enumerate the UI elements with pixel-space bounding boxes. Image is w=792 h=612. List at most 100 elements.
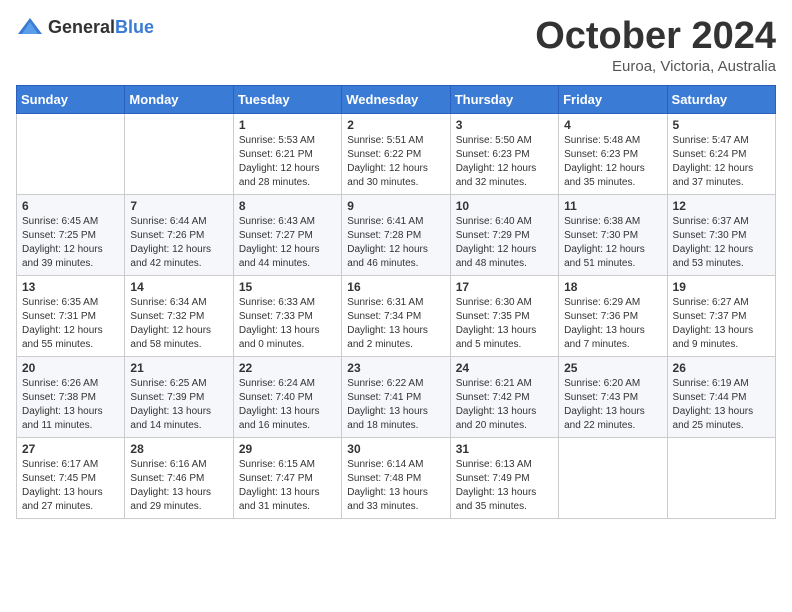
cell-info: Sunrise: 6:44 AMSunset: 7:26 PMDaylight:… (130, 215, 227, 271)
cell-info: Sunrise: 6:45 AMSunset: 7:25 PMDaylight:… (22, 215, 119, 271)
cell-info: Sunrise: 6:37 AMSunset: 7:30 PMDaylight:… (673, 215, 770, 271)
column-header-wednesday: Wednesday (342, 85, 450, 113)
calendar-cell: 14 Sunrise: 6:34 AMSunset: 7:32 PMDayligh… (125, 275, 233, 356)
column-header-saturday: Saturday (667, 85, 775, 113)
cell-info: Sunrise: 6:27 AMSunset: 7:37 PMDaylight:… (673, 296, 770, 352)
day-number: 9 (347, 199, 444, 213)
day-number: 3 (456, 118, 553, 132)
day-number: 31 (456, 442, 553, 456)
cell-info: Sunrise: 6:38 AMSunset: 7:30 PMDaylight:… (564, 215, 661, 271)
cell-info: Sunrise: 5:47 AMSunset: 6:24 PMDaylight:… (673, 134, 770, 190)
day-number: 27 (22, 442, 119, 456)
calendar-cell: 19 Sunrise: 6:27 AMSunset: 7:37 PMDayligh… (667, 275, 775, 356)
cell-info: Sunrise: 5:51 AMSunset: 6:22 PMDaylight:… (347, 134, 444, 190)
cell-info: Sunrise: 6:34 AMSunset: 7:32 PMDaylight:… (130, 296, 227, 352)
calendar-week-2: 6 Sunrise: 6:45 AMSunset: 7:25 PMDaylight… (17, 194, 776, 275)
day-number: 4 (564, 118, 661, 132)
calendar-cell: 28 Sunrise: 6:16 AMSunset: 7:46 PMDayligh… (125, 437, 233, 518)
cell-info: Sunrise: 6:24 AMSunset: 7:40 PMDaylight:… (239, 377, 336, 433)
cell-info: Sunrise: 6:15 AMSunset: 7:47 PMDaylight:… (239, 458, 336, 514)
cell-info: Sunrise: 6:13 AMSunset: 7:49 PMDaylight:… (456, 458, 553, 514)
cell-info: Sunrise: 6:35 AMSunset: 7:31 PMDaylight:… (22, 296, 119, 352)
day-number: 29 (239, 442, 336, 456)
day-number: 8 (239, 199, 336, 213)
header-row: SundayMondayTuesdayWednesdayThursdayFrid… (17, 85, 776, 113)
day-number: 22 (239, 361, 336, 375)
cell-info: Sunrise: 6:19 AMSunset: 7:44 PMDaylight:… (673, 377, 770, 433)
logo-icon (16, 16, 44, 38)
calendar-cell: 18 Sunrise: 6:29 AMSunset: 7:36 PMDayligh… (559, 275, 667, 356)
calendar-cell: 29 Sunrise: 6:15 AMSunset: 7:47 PMDayligh… (233, 437, 341, 518)
calendar-body: 1Sunrise: 5:53 AMSunset: 6:21 PMDaylight… (17, 113, 776, 518)
day-number: 28 (130, 442, 227, 456)
calendar-cell (559, 437, 667, 518)
cell-info: Sunrise: 6:20 AMSunset: 7:43 PMDaylight:… (564, 377, 661, 433)
calendar-cell: 24 Sunrise: 6:21 AMSunset: 7:42 PMDayligh… (450, 356, 558, 437)
cell-info: Sunrise: 6:29 AMSunset: 7:36 PMDaylight:… (564, 296, 661, 352)
calendar-cell: 15 Sunrise: 6:33 AMSunset: 7:33 PMDayligh… (233, 275, 341, 356)
calendar-week-5: 27Sunrise: 6:17 AMSunset: 7:45 PMDayligh… (17, 437, 776, 518)
column-header-friday: Friday (559, 85, 667, 113)
page-header: GeneralBlue October 2024 Euroa, Victoria… (16, 16, 776, 75)
day-number: 11 (564, 199, 661, 213)
calendar-cell: 25 Sunrise: 6:20 AMSunset: 7:43 PMDayligh… (559, 356, 667, 437)
location: Euroa, Victoria, Australia (535, 58, 776, 75)
calendar-cell: 17 Sunrise: 6:30 AMSunset: 7:35 PMDayligh… (450, 275, 558, 356)
calendar-table: SundayMondayTuesdayWednesdayThursdayFrid… (16, 85, 776, 519)
column-header-tuesday: Tuesday (233, 85, 341, 113)
day-number: 19 (673, 280, 770, 294)
calendar-cell: 10 Sunrise: 6:40 AMSunset: 7:29 PMDayligh… (450, 194, 558, 275)
logo-general: General (48, 17, 115, 37)
calendar-cell: 9Sunrise: 6:41 AMSunset: 7:28 PMDaylight… (342, 194, 450, 275)
day-number: 23 (347, 361, 444, 375)
day-number: 25 (564, 361, 661, 375)
day-number: 24 (456, 361, 553, 375)
calendar-cell: 31 Sunrise: 6:13 AMSunset: 7:49 PMDayligh… (450, 437, 558, 518)
cell-info: Sunrise: 6:31 AMSunset: 7:34 PMDaylight:… (347, 296, 444, 352)
calendar-cell: 30 Sunrise: 6:14 AMSunset: 7:48 PMDayligh… (342, 437, 450, 518)
cell-info: Sunrise: 6:40 AMSunset: 7:29 PMDaylight:… (456, 215, 553, 271)
cell-info: Sunrise: 6:30 AMSunset: 7:35 PMDaylight:… (456, 296, 553, 352)
calendar-cell: 2Sunrise: 5:51 AMSunset: 6:22 PMDaylight… (342, 113, 450, 194)
calendar-cell: 1Sunrise: 5:53 AMSunset: 6:21 PMDaylight… (233, 113, 341, 194)
day-number: 30 (347, 442, 444, 456)
day-number: 10 (456, 199, 553, 213)
title-area: October 2024 Euroa, Victoria, Australia (535, 16, 776, 75)
cell-info: Sunrise: 6:21 AMSunset: 7:42 PMDaylight:… (456, 377, 553, 433)
calendar-cell: 22 Sunrise: 6:24 AMSunset: 7:40 PMDayligh… (233, 356, 341, 437)
day-number: 6 (22, 199, 119, 213)
calendar-week-3: 13 Sunrise: 6:35 AMSunset: 7:31 PMDayligh… (17, 275, 776, 356)
column-header-monday: Monday (125, 85, 233, 113)
column-header-thursday: Thursday (450, 85, 558, 113)
calendar-cell: 27Sunrise: 6:17 AMSunset: 7:45 PMDayligh… (17, 437, 125, 518)
calendar-cell: 7Sunrise: 6:44 AMSunset: 7:26 PMDaylight… (125, 194, 233, 275)
cell-info: Sunrise: 5:48 AMSunset: 6:23 PMDaylight:… (564, 134, 661, 190)
day-number: 14 (130, 280, 227, 294)
calendar-cell: 12Sunrise: 6:37 AMSunset: 7:30 PMDayligh… (667, 194, 775, 275)
cell-info: Sunrise: 6:14 AMSunset: 7:48 PMDaylight:… (347, 458, 444, 514)
day-number: 18 (564, 280, 661, 294)
column-header-sunday: Sunday (17, 85, 125, 113)
calendar-cell (17, 113, 125, 194)
day-number: 15 (239, 280, 336, 294)
day-number: 21 (130, 361, 227, 375)
calendar-header: SundayMondayTuesdayWednesdayThursdayFrid… (17, 85, 776, 113)
cell-info: Sunrise: 6:26 AMSunset: 7:38 PMDaylight:… (22, 377, 119, 433)
logo-wordmark: GeneralBlue (48, 17, 154, 38)
day-number: 17 (456, 280, 553, 294)
logo-blue: Blue (115, 17, 154, 37)
day-number: 13 (22, 280, 119, 294)
day-number: 26 (673, 361, 770, 375)
calendar-cell: 20Sunrise: 6:26 AMSunset: 7:38 PMDayligh… (17, 356, 125, 437)
cell-info: Sunrise: 6:33 AMSunset: 7:33 PMDaylight:… (239, 296, 336, 352)
calendar-week-4: 20Sunrise: 6:26 AMSunset: 7:38 PMDayligh… (17, 356, 776, 437)
cell-info: Sunrise: 6:22 AMSunset: 7:41 PMDaylight:… (347, 377, 444, 433)
calendar-cell: 4 Sunrise: 5:48 AMSunset: 6:23 PMDaylight… (559, 113, 667, 194)
cell-info: Sunrise: 6:16 AMSunset: 7:46 PMDaylight:… (130, 458, 227, 514)
calendar-cell: 8Sunrise: 6:43 AMSunset: 7:27 PMDaylight… (233, 194, 341, 275)
calendar-cell (667, 437, 775, 518)
logo: GeneralBlue (16, 16, 154, 38)
calendar-cell (125, 113, 233, 194)
cell-info: Sunrise: 6:25 AMSunset: 7:39 PMDaylight:… (130, 377, 227, 433)
calendar-cell: 3Sunrise: 5:50 AMSunset: 6:23 PMDaylight… (450, 113, 558, 194)
